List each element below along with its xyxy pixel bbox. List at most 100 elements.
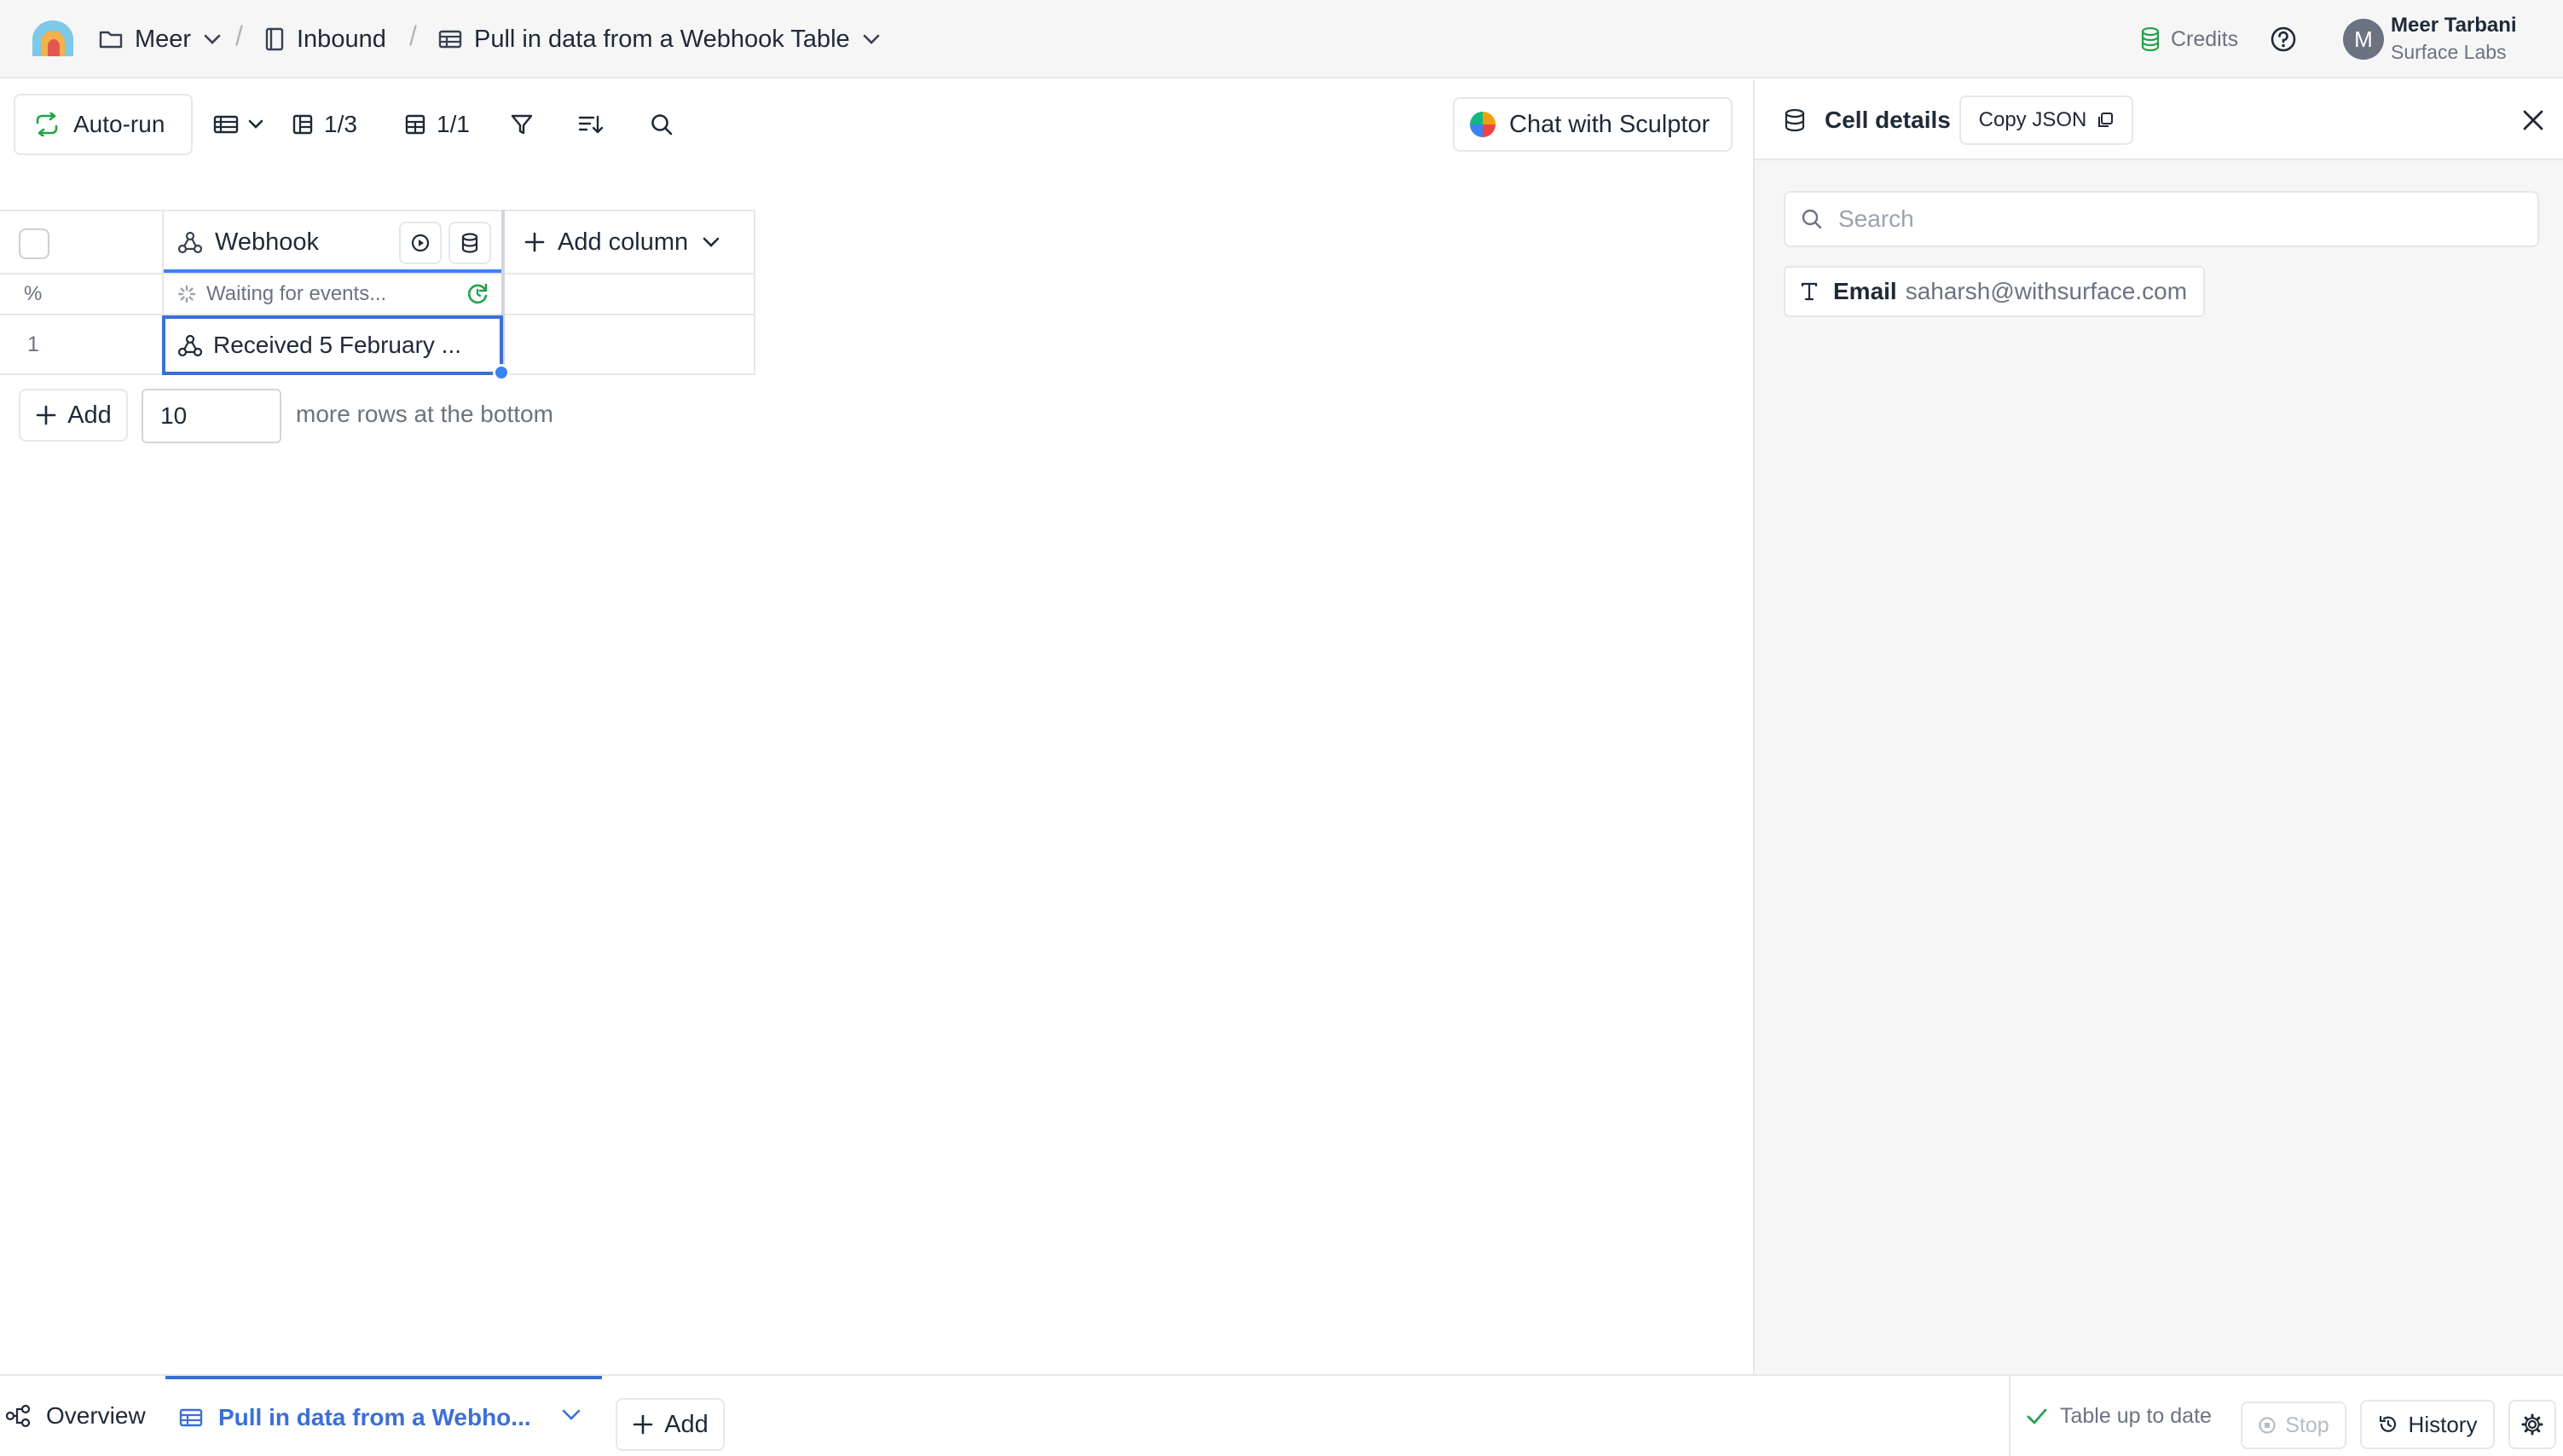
refresh-status-icon[interactable] [466, 282, 489, 306]
column-header-webhook[interactable]: Webhook [177, 211, 319, 273]
plus-icon [633, 1414, 653, 1435]
folder-icon [99, 31, 123, 49]
breadcrumb-workspace-label: Meer [135, 25, 192, 53]
tab-overview[interactable]: Overview [5, 1376, 146, 1456]
table-status-label: Table up to date [2060, 1403, 2212, 1428]
text-type-icon [1801, 282, 1818, 301]
add-table-label: Add [664, 1410, 709, 1438]
add-column-button[interactable]: Add column [524, 211, 720, 273]
breadcrumb-table[interactable]: Pull in data from a Webhook Table [438, 0, 881, 78]
workflow-icon [5, 1404, 31, 1428]
chevron-down-icon [204, 34, 221, 44]
database-icon [1785, 108, 1805, 132]
status-divider [2009, 1376, 2010, 1456]
view-selector[interactable] [213, 101, 264, 148]
credits-link[interactable]: Credits [2140, 0, 2238, 78]
tab-webhook-table-label: Pull in data from a Webho... [218, 1404, 531, 1430]
chat-with-sculptor-button[interactable]: Chat with Sculptor [1453, 97, 1733, 152]
table-icon [438, 30, 462, 49]
sort-button[interactable] [578, 101, 604, 148]
loading-spinner-icon [177, 285, 196, 303]
panel-header: Cell details Copy JSON [1755, 80, 2563, 160]
credits-icon [2141, 26, 2160, 52]
row-index: 1 [27, 332, 39, 356]
column-header-label: Webhook [215, 228, 319, 256]
help-icon[interactable] [2270, 26, 2297, 53]
run-column-button[interactable] [399, 222, 442, 264]
chevron-down-icon [248, 119, 263, 129]
table-view-icon [213, 115, 239, 134]
tab-webhook-table[interactable]: Pull in data from a Webho... [165, 1376, 602, 1456]
panel-title-label: Cell details [1825, 107, 1951, 133]
copy-json-label: Copy JSON [1978, 108, 2087, 131]
table-status: Table up to date [2026, 1376, 2212, 1456]
rows-count: 1/1 [437, 111, 470, 137]
field-value: saharsh@withsurface.com [1905, 278, 2188, 304]
history-button[interactable]: History [2360, 1400, 2495, 1449]
waiting-status: Waiting for events... [177, 274, 386, 314]
panel-title: Cell details [1784, 80, 1951, 160]
add-table-button[interactable]: Add [616, 1398, 725, 1451]
avatar[interactable]: M [2343, 19, 2384, 60]
chat-with-sculptor-label: Chat with Sculptor [1509, 110, 1710, 138]
webhook-icon [177, 334, 203, 357]
history-label: History [2408, 1411, 2478, 1437]
breadcrumb-workspace[interactable]: Meer [99, 0, 222, 78]
close-icon[interactable] [2520, 107, 2546, 133]
plus-icon [524, 232, 545, 252]
status-row-marker: % [24, 282, 43, 305]
sculptor-logo-icon [1470, 112, 1496, 137]
column-data-button[interactable] [448, 222, 491, 264]
panel-search-input[interactable] [1837, 205, 2502, 234]
settings-button[interactable] [2508, 1400, 2556, 1449]
auto-run-button[interactable]: Auto-run [14, 94, 193, 155]
table-icon [179, 1408, 203, 1427]
panel-search-field[interactable] [1784, 191, 2539, 247]
row-count-input[interactable] [142, 389, 281, 443]
database-icon [461, 233, 478, 253]
bottom-bar: Overview Pull in data from a Webho... Ad… [0, 1374, 2563, 1456]
chevron-down-icon [863, 34, 879, 44]
document-icon [265, 27, 284, 51]
columns-count: 1/3 [324, 111, 357, 137]
breadcrumb-separator: / [235, 20, 243, 51]
fill-handle[interactable] [493, 364, 510, 381]
chevron-down-icon [703, 237, 720, 247]
rows-icon [405, 114, 425, 135]
search-icon [651, 114, 673, 136]
stop-button[interactable]: Stop [2241, 1401, 2346, 1449]
gear-icon [2521, 1413, 2543, 1436]
search-button[interactable] [650, 101, 674, 148]
field-item[interactable]: Email saharsh@withsurface.com [1784, 266, 2205, 317]
cell-value: Received 5 February ... [213, 332, 462, 358]
breadcrumb-table-label: Pull in data from a Webhook Table [474, 25, 850, 53]
search-icon [1802, 209, 1822, 229]
app-logo-icon[interactable] [29, 19, 77, 58]
tab-overview-label: Overview [46, 1402, 146, 1429]
auto-run-label: Auto-run [73, 111, 165, 137]
columns-visibility-button[interactable]: 1/3 [292, 101, 357, 148]
refresh-icon [36, 113, 58, 136]
filter-button[interactable] [510, 101, 534, 148]
breadcrumb-folder[interactable]: Inbound [264, 0, 386, 78]
add-rows-button[interactable]: Add [19, 389, 128, 442]
credits-label: Credits [2171, 26, 2239, 51]
table-cell-webhook[interactable]: Received 5 February ... [177, 317, 461, 373]
sort-icon [578, 115, 604, 134]
add-rows-label: Add [67, 401, 112, 429]
rows-count-button[interactable]: 1/1 [404, 101, 470, 148]
add-column-label: Add column [558, 228, 689, 256]
select-all-checkbox[interactable] [19, 228, 49, 259]
chevron-down-icon[interactable] [561, 1408, 581, 1422]
copy-json-button[interactable]: Copy JSON [1959, 95, 2133, 145]
add-rows-suffix: more rows at the bottom [296, 401, 553, 427]
history-icon [2379, 1415, 2396, 1432]
top-bar: Meer / Inbound / Pull in data from a Web… [0, 0, 2563, 78]
field-key: Email [1833, 278, 1897, 304]
breadcrumb-separator: / [409, 20, 417, 51]
user-org: Surface Labs [2391, 41, 2507, 63]
waiting-status-label: Waiting for events... [206, 282, 387, 305]
user-name: Meer Tarbani [2391, 14, 2517, 37]
filter-icon [511, 114, 533, 135]
stop-label: Stop [2285, 1413, 2329, 1437]
